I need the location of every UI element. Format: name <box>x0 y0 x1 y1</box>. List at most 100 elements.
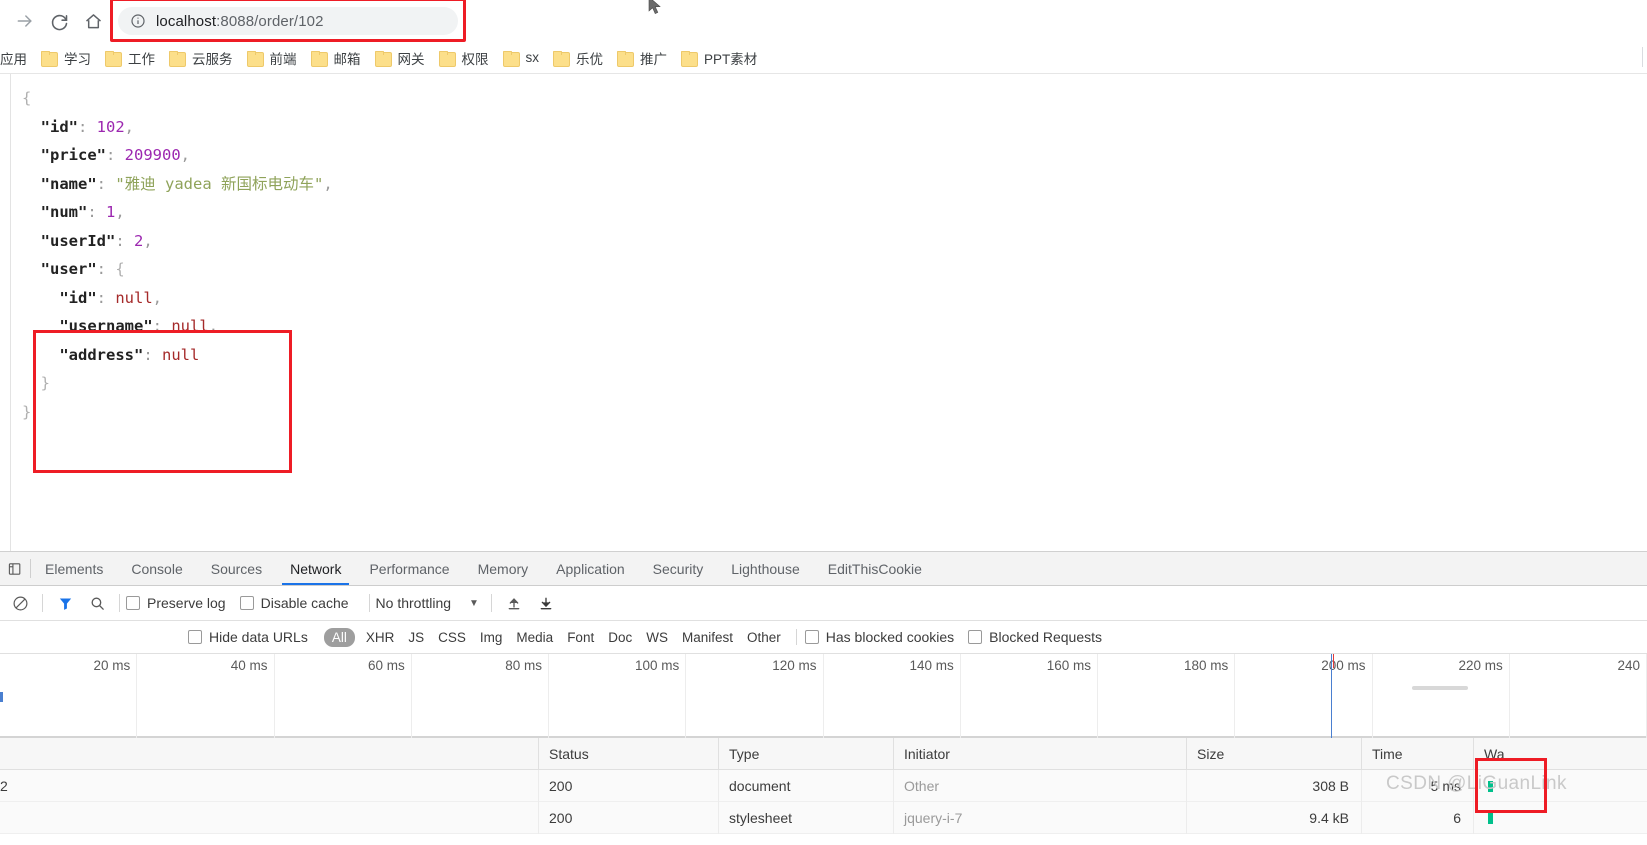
no-entry-clear-icon[interactable] <box>4 589 36 617</box>
timeline-tick: 160 ms <box>961 654 1098 738</box>
bookmark-item[interactable]: 前端 <box>240 46 304 70</box>
tab-security[interactable]: Security <box>639 552 718 585</box>
address-bar[interactable]: localhost:8088/order/102 <box>118 7 458 35</box>
disable-cache-box[interactable] <box>239 596 254 610</box>
bookmark-item[interactable]: 网关 <box>368 46 432 70</box>
bookmark-item[interactable]: 乐优 <box>546 46 610 70</box>
timeline-tick: 60 ms <box>275 654 412 738</box>
blocked-requests-box[interactable] <box>968 630 983 644</box>
filter-type-manifest[interactable]: Manifest <box>675 630 740 645</box>
home-icon[interactable] <box>76 4 110 38</box>
timeline-tick: 180 ms <box>1098 654 1236 738</box>
table-row[interactable]: 200 stylesheet jquery-i-7 9.4 kB 6 <box>0 801 1647 834</box>
filter-type-other[interactable]: Other <box>740 630 788 645</box>
waterfall-bar <box>1488 813 1493 825</box>
timeline-tick: 140 ms <box>824 654 961 738</box>
json-token-k: "user" <box>40 260 97 278</box>
bookmark-label: PPT素材 <box>704 51 758 67</box>
timeline-tick-label: 140 ms <box>909 658 954 673</box>
bookmark-apps-label: 应用 <box>0 51 27 67</box>
json-token-pun: : <box>115 231 134 250</box>
bookmark-label: 推广 <box>640 51 667 67</box>
folder-icon <box>169 50 186 67</box>
tab-lighthouse[interactable]: Lighthouse <box>717 552 814 585</box>
bookmark-item[interactable]: 工作 <box>98 46 162 70</box>
json-token-k: "id" <box>59 288 97 307</box>
reload-icon[interactable] <box>42 4 76 38</box>
hide-data-urls-box[interactable] <box>188 630 202 644</box>
disable-cache-checkbox[interactable]: Disable cache <box>239 595 349 611</box>
column-header-size[interactable]: Size <box>1186 737 1361 770</box>
tab-application[interactable]: Application <box>542 552 639 585</box>
bookmark-label: 邮箱 <box>333 51 361 67</box>
bookmarks-bar: 应用 学习 工作 云服务 前端 邮箱 网关 权限 sx 乐优 推广 PPT素材 <box>0 42 1647 74</box>
timeline-tick: 120 ms <box>686 654 824 738</box>
devtools-panel: Elements Console Sources Network Performance… <box>0 552 1647 844</box>
preserve-log-box[interactable] <box>126 596 140 610</box>
bookmark-apps[interactable]: 应用 <box>0 46 34 70</box>
dock-panel-icon[interactable] <box>0 552 30 585</box>
json-line: { <box>22 84 333 113</box>
bookmark-item[interactable]: 学习 <box>34 46 98 70</box>
blocked-requests-checkbox[interactable]: Blocked Requests <box>968 629 1102 645</box>
tab-editthiscookie[interactable]: EditThisCookie <box>814 552 936 585</box>
tab-network[interactable]: Network <box>276 552 355 585</box>
info-circle-icon[interactable] <box>130 13 146 29</box>
column-header-wa[interactable]: Wa <box>1473 737 1647 770</box>
devtools-tab-bar: Elements Console Sources Network Performance… <box>0 552 1647 586</box>
filter-type-js[interactable]: JS <box>401 630 431 645</box>
filter-type-css[interactable]: CSS <box>431 630 473 645</box>
json-token-pun: : <box>78 117 97 136</box>
cell-size: 9.4 kB <box>1186 801 1361 834</box>
json-token-brace: } <box>22 402 32 421</box>
filter-type-img[interactable]: Img <box>473 630 510 645</box>
filter-type-media[interactable]: Media <box>509 630 560 645</box>
filter-type-font[interactable]: Font <box>560 630 601 645</box>
export-har-icon[interactable] <box>530 589 562 617</box>
bookmark-item[interactable]: PPT素材 <box>674 46 764 70</box>
address-bar-container[interactable]: localhost:8088/order/102 <box>110 0 466 42</box>
hide-data-urls-checkbox[interactable]: Hide data URLs <box>188 629 308 645</box>
column-header-type[interactable]: Type <box>718 737 893 770</box>
overview-scrollbar-band[interactable] <box>1412 686 1468 690</box>
column-header-time[interactable]: Time <box>1361 737 1473 770</box>
chevron-down-icon[interactable]: ▼ <box>469 598 479 609</box>
tab-console[interactable]: Console <box>117 552 196 585</box>
column-header-name[interactable] <box>0 738 538 770</box>
filter-type-all[interactable]: All <box>323 627 355 647</box>
filter-type-doc[interactable]: Doc <box>601 630 639 645</box>
has-blocked-cookies-checkbox[interactable]: Has blocked cookies <box>804 629 954 645</box>
bookmark-item[interactable]: 权限 <box>432 46 496 70</box>
timeline-tick-label: 20 ms <box>93 658 131 673</box>
filter-type-xhr[interactable]: XHR <box>359 630 402 645</box>
folder-icon <box>105 50 122 67</box>
filter-type-ws[interactable]: WS <box>639 630 675 645</box>
bookmark-item[interactable]: sx <box>496 46 547 70</box>
forward-icon[interactable] <box>8 4 42 38</box>
import-har-icon[interactable] <box>498 589 530 617</box>
column-header-initiator[interactable]: Initiator <box>893 737 1186 770</box>
throttling-select[interactable]: No throttling ▼ <box>376 595 479 611</box>
bookmark-item[interactable]: 邮箱 <box>304 46 368 70</box>
cell-type: document <box>718 769 893 802</box>
tab-performance[interactable]: Performance <box>355 552 463 585</box>
json-line: "userId": 2, <box>22 227 333 256</box>
funnel-filter-icon[interactable] <box>49 589 81 617</box>
timeline-tick-label: 160 ms <box>1046 658 1091 673</box>
bookmark-item[interactable]: 推广 <box>610 46 674 70</box>
timeline-tick-label: 220 ms <box>1458 658 1503 673</box>
page-viewport: { "id": 102, "price": 209900, "name": "雅… <box>0 74 1647 552</box>
search-icon[interactable] <box>81 589 113 617</box>
json-token-brace: } <box>40 374 51 392</box>
bookmark-item[interactable]: 云服务 <box>162 46 240 70</box>
network-overview-timeline[interactable]: 20 ms 40 ms 60 ms 80 ms 100 ms 120 ms 140 ms 16… <box>0 654 1647 738</box>
column-header-status[interactable]: Status <box>538 737 718 770</box>
tab-elements[interactable]: Elements <box>31 552 117 585</box>
has-blocked-cookies-box[interactable] <box>804 630 819 644</box>
preserve-log-checkbox[interactable]: Preserve log <box>126 595 226 611</box>
waterfall-bar <box>1488 781 1493 793</box>
network-toolbar: Preserve log Disable cache No throttling… <box>0 586 1647 621</box>
table-row[interactable]: 2 200 document Other 308 B5 ms <box>0 769 1647 802</box>
tab-sources[interactable]: Sources <box>197 552 276 585</box>
tab-memory[interactable]: Memory <box>464 552 543 585</box>
